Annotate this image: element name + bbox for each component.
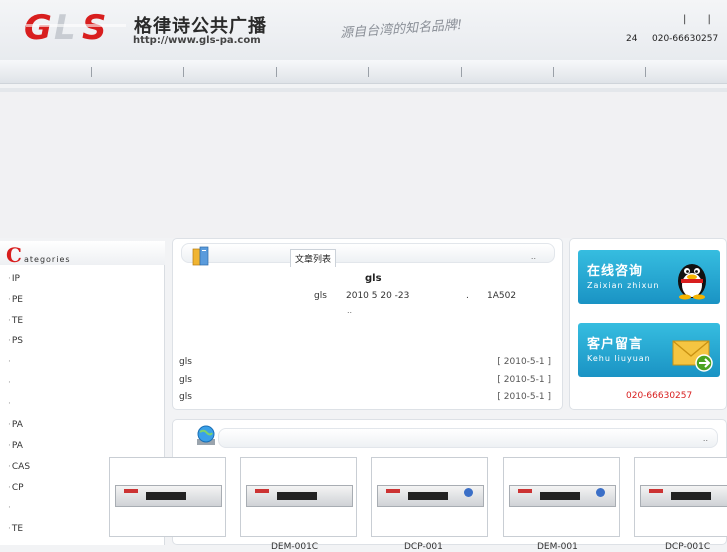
product-card[interactable] bbox=[634, 457, 727, 537]
site-url: http://www.gls-pa.com bbox=[133, 35, 261, 46]
product-image bbox=[115, 485, 222, 507]
product-card[interactable] bbox=[240, 457, 357, 537]
more-link[interactable]: .. bbox=[703, 434, 708, 443]
category-item[interactable]: ·PE bbox=[8, 295, 23, 305]
article-separator: . bbox=[466, 291, 469, 301]
category-item[interactable]: ·TE bbox=[8, 316, 23, 326]
product-card[interactable] bbox=[371, 457, 488, 537]
categories-initial: C bbox=[6, 243, 22, 267]
book-icon bbox=[192, 246, 209, 266]
category-item[interactable]: ·CP bbox=[8, 483, 24, 493]
nav-separator bbox=[461, 67, 462, 77]
category-item[interactable]: · bbox=[8, 357, 12, 367]
product-image bbox=[246, 485, 353, 507]
article-panel: 文章列表 .. gls gls 2010 5 20 -23 . 1A502 ..… bbox=[172, 238, 563, 410]
nav-separator bbox=[368, 67, 369, 77]
category-item[interactable]: ·IP bbox=[8, 274, 20, 284]
list-item-date: [ 2010-5-1 ] bbox=[497, 375, 551, 385]
product-name[interactable]: DCP-001 bbox=[404, 542, 443, 552]
qq-penguin-icon bbox=[678, 264, 706, 300]
main-nav[interactable] bbox=[0, 60, 727, 84]
leave-message-sublabel: Kehu liuyuan bbox=[587, 354, 651, 363]
more-link[interactable]: .. bbox=[531, 252, 536, 261]
category-item[interactable]: ·TE bbox=[8, 524, 23, 534]
categories-heading: C ategories bbox=[0, 241, 165, 267]
article-panel-header: 文章列表 .. bbox=[181, 243, 555, 267]
category-item[interactable]: · bbox=[8, 503, 12, 513]
category-item[interactable]: ·PA bbox=[8, 441, 23, 451]
product-name[interactable]: DEM-001C bbox=[271, 542, 318, 552]
article-ellipsis: .. bbox=[347, 306, 353, 315]
nav-separator bbox=[276, 67, 277, 77]
list-item-title[interactable]: gls bbox=[179, 375, 192, 385]
gls-logo[interactable]: G L S bbox=[24, 10, 128, 44]
leave-message-label: 客户留言 bbox=[587, 337, 644, 352]
list-item[interactable]: gls [ 2010-5-1 ] bbox=[179, 392, 551, 402]
category-item[interactable]: · bbox=[8, 378, 12, 388]
tab-article-list[interactable]: 文章列表 bbox=[290, 249, 337, 267]
product-panel-header bbox=[218, 428, 718, 448]
product-card[interactable] bbox=[503, 457, 620, 537]
article-author: gls bbox=[314, 291, 327, 301]
article-title[interactable]: gls bbox=[365, 273, 382, 284]
hotline-phone: 020-66630257 bbox=[652, 34, 719, 44]
product-image bbox=[509, 485, 616, 507]
site-header: G L S 格律诗公共广播 http://www.gls-pa.com 源自台湾… bbox=[0, 0, 727, 60]
globe-icon bbox=[197, 425, 215, 445]
nav-separator bbox=[553, 67, 554, 77]
product-card[interactable] bbox=[109, 457, 226, 537]
nav-separator bbox=[91, 67, 92, 77]
categories-title: ategories bbox=[24, 255, 71, 264]
product-image bbox=[640, 485, 727, 507]
contact-panel: 在线咨询 Zaixian zhixun 客户留言 Kehu liuyuan 02… bbox=[569, 238, 727, 410]
hotline-label: 24 bbox=[626, 34, 638, 44]
list-item-date: [ 2010-5-1 ] bbox=[497, 357, 551, 367]
header-links[interactable]: | | bbox=[683, 14, 720, 25]
list-item-title[interactable]: gls bbox=[179, 357, 192, 367]
contact-phone: 020-66630257 bbox=[626, 391, 693, 401]
list-item-date: [ 2010-5-1 ] bbox=[497, 392, 551, 402]
slogan: 源自台湾的知名品牌! bbox=[339, 17, 463, 42]
banner bbox=[0, 92, 727, 238]
online-consult-sublabel: Zaixian zhixun bbox=[587, 281, 660, 290]
category-item[interactable]: · bbox=[8, 399, 12, 409]
list-item[interactable]: gls [ 2010-5-1 ] bbox=[179, 375, 551, 385]
list-item-title[interactable]: gls bbox=[179, 392, 192, 402]
leave-message-button[interactable]: 客户留言 Kehu liuyuan bbox=[578, 323, 720, 377]
category-item[interactable]: ·CAS bbox=[8, 462, 30, 472]
nav-separator bbox=[183, 67, 184, 77]
online-consult-button[interactable]: 在线咨询 Zaixian zhixun bbox=[578, 250, 720, 304]
category-item[interactable]: ·PS bbox=[8, 336, 23, 346]
nav-separator bbox=[645, 67, 646, 77]
product-panel: .. DEM-001C DCP-001 DEM-001 DCP-001C bbox=[109, 419, 727, 552]
list-item[interactable]: gls [ 2010-5-1 ] bbox=[179, 357, 551, 367]
category-item[interactable]: ·PA bbox=[8, 420, 23, 430]
product-image bbox=[377, 485, 484, 507]
product-name[interactable]: DCP-001C bbox=[665, 542, 710, 552]
online-consult-label: 在线咨询 bbox=[587, 264, 644, 279]
article-date: 2010 5 20 -23 bbox=[346, 291, 410, 301]
article-room: 1A502 bbox=[487, 291, 517, 301]
product-name[interactable]: DEM-001 bbox=[537, 542, 578, 552]
envelope-icon bbox=[672, 340, 713, 372]
